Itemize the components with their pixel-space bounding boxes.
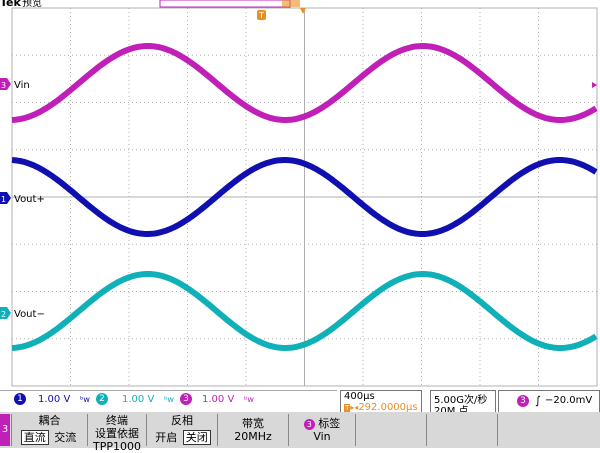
channel-label-vout-minus: Vout−	[14, 309, 45, 320]
label-value: Vin	[313, 430, 331, 443]
coupling-button[interactable]: 耦合 直流 交流	[11, 414, 87, 446]
channel-readout-bar[interactable]: 1 1.00 V ᵇw 2 1.00 V ᵇw 3 1.00 V ᵇw	[0, 390, 337, 409]
ch2-bw-icon: ᵇw	[164, 395, 174, 404]
channel-marker-vin[interactable]: 3 Vin	[0, 78, 30, 91]
record-view-bar	[159, 0, 291, 8]
trigger-level: −20.0mV	[545, 395, 593, 406]
ch2-badge: 2	[96, 393, 108, 405]
bandwidth-value: 20MHz	[234, 430, 272, 443]
ch3-badge: 3	[180, 393, 192, 405]
invert-button[interactable]: 反相 开启 关闭	[146, 414, 217, 446]
coupling-dc-option[interactable]: 直流	[20, 430, 49, 445]
ch1-bw-icon: ᵇw	[80, 395, 90, 404]
menu-button-empty-3[interactable]	[497, 414, 600, 446]
ch3-bw-icon: ᵇw	[244, 395, 254, 404]
invert-title: 反相	[171, 414, 193, 427]
bandwidth-title: 带宽	[242, 417, 264, 430]
channel-menu: 3 耦合 直流 交流 终端 设置依据 TPP1000 反相 开启 关闭 带宽 2…	[0, 412, 600, 453]
termination-title-line1: 终端	[106, 414, 128, 427]
label-title: 标签	[318, 417, 341, 430]
label-button[interactable]: 3 标签 Vin	[288, 414, 355, 446]
menu-button-empty-1[interactable]	[355, 414, 426, 446]
invert-off-option[interactable]: 关闭	[182, 430, 211, 445]
termination-title-line2: 设置依据	[95, 427, 139, 440]
rising-edge-icon: ∫	[535, 394, 541, 407]
trigger-position-marker[interactable]: T	[257, 10, 266, 20]
trigger-readout[interactable]: 3 ∫ −20.0mV	[498, 390, 600, 414]
channel-label-vin: Vin	[14, 80, 30, 91]
svg-text:1: 1	[1, 195, 6, 204]
coupling-ac-option[interactable]: 交流	[52, 431, 78, 444]
record-view-window	[282, 0, 300, 7]
channel-marker-vout-minus[interactable]: 2 Vout−	[0, 307, 45, 320]
svg-text:3: 3	[1, 81, 6, 90]
termination-value: TPP1000	[93, 440, 141, 453]
svg-text:2: 2	[1, 310, 6, 319]
label-channel-badge: 3	[303, 419, 315, 430]
bandwidth-button[interactable]: 带宽 20MHz	[217, 414, 288, 446]
waveform-display: Tek 预览 T 3 Vin 1 Vout+ 2 Vout−	[0, 0, 600, 390]
coupling-title: 耦合	[38, 414, 61, 427]
termination-button[interactable]: 终端 设置依据 TPP1000	[87, 414, 146, 453]
channel-marker-vout-plus[interactable]: 1 Vout+	[0, 192, 45, 205]
ch1-scale: 1.00 V	[38, 394, 71, 405]
menu-button-empty-2[interactable]	[426, 414, 497, 446]
brand-logo: Tek	[0, 0, 22, 9]
acquisition-readout[interactable]: 5.00G次/秒 20M 点	[430, 390, 496, 417]
channel-menu-tab: 3	[0, 414, 10, 446]
svg-text:T: T	[258, 11, 264, 20]
ch2-scale: 1.00 V	[122, 394, 155, 405]
invert-on-option[interactable]: 开启	[153, 431, 179, 444]
ch1-badge: 1	[14, 393, 26, 405]
channel-label-vout-plus: Vout+	[14, 194, 45, 205]
mode-label: 预览	[22, 0, 42, 9]
timebase-value: 400μs	[344, 391, 375, 402]
ch3-scale: 1.00 V	[202, 394, 235, 405]
timebase-readout[interactable]: 400μs T▸◂292.0000μs	[340, 390, 422, 414]
trigger-source-badge: 3	[517, 395, 529, 407]
